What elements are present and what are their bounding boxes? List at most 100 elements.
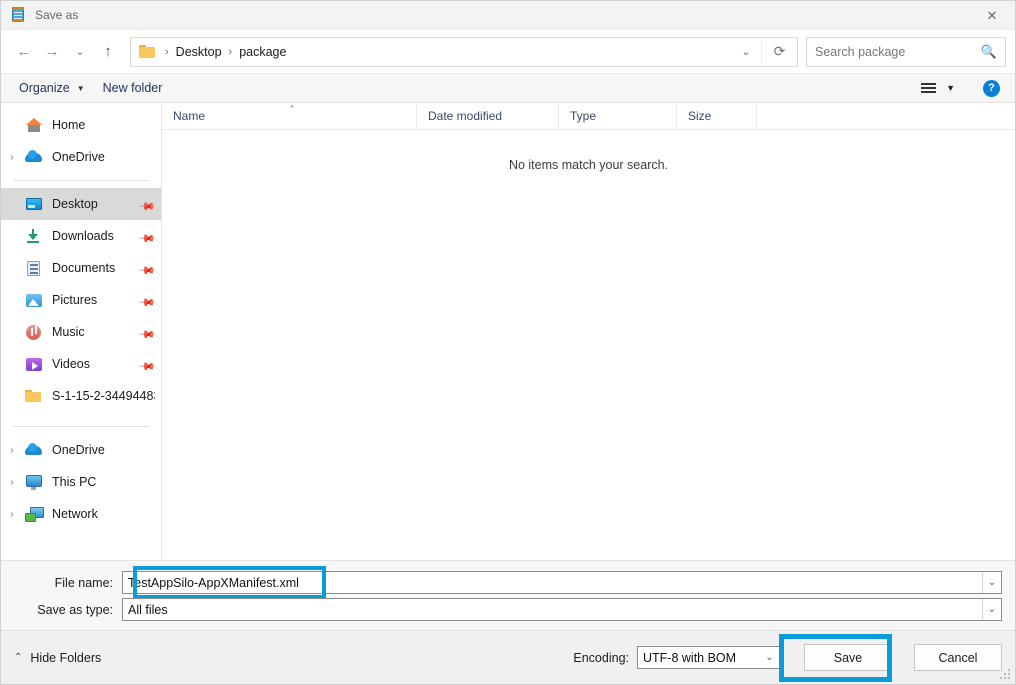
sidebar-divider	[13, 426, 149, 427]
folder-icon	[23, 388, 45, 405]
pin-icon[interactable]: 📌	[134, 288, 157, 311]
help-icon[interactable]: ?	[983, 79, 1000, 97]
window-title: Save as	[35, 8, 79, 22]
dialog-body: Home › OneDrive Desktop 📌 Downloads 📌 Do…	[1, 102, 1015, 560]
pin-icon[interactable]: 📌	[134, 192, 157, 215]
pc-icon	[23, 474, 45, 491]
back-button[interactable]: ←	[10, 38, 38, 66]
pin-icon[interactable]: 📌	[134, 320, 157, 343]
sidebar-item-videos[interactable]: Videos 📌	[1, 348, 161, 380]
sidebar-item-network[interactable]: › Network	[1, 498, 161, 530]
sidebar-item-label: This PC	[52, 475, 97, 489]
column-header-label: Type	[570, 109, 597, 123]
chevron-down-icon[interactable]: ▼	[944, 83, 965, 93]
search-input[interactable]: Search package 🔍	[806, 36, 1006, 67]
chevron-down-icon[interactable]: ⌄	[731, 38, 761, 66]
sidebar-item-this-pc[interactable]: › This PC	[1, 466, 161, 498]
sidebar-item-onedrive-tree[interactable]: › OneDrive	[1, 434, 161, 466]
sidebar-item-label: Videos	[52, 357, 90, 371]
resize-grip[interactable]	[1000, 669, 1011, 680]
expander-icon[interactable]: ›	[1, 509, 23, 520]
column-header-type[interactable]: Type	[559, 102, 677, 130]
sidebar-item-onedrive[interactable]: › OneDrive	[1, 141, 161, 173]
hide-folders-button[interactable]: ⌃ Hide Folders	[14, 651, 101, 665]
folder-icon	[139, 45, 156, 58]
view-options-icon[interactable]	[917, 83, 940, 93]
refresh-icon[interactable]: ⟳	[761, 37, 797, 66]
chevron-down-icon[interactable]: ⌄	[982, 599, 1001, 620]
file-list-area: Name ⌃ Date modified Type Size No items …	[162, 102, 1015, 560]
videos-icon	[23, 356, 45, 373]
sidebar-item-music[interactable]: Music 📌	[1, 316, 161, 348]
chevron-up-icon: ⌃	[14, 652, 23, 663]
sidebar-item-label: Pictures	[52, 293, 98, 307]
address-bar[interactable]: › Desktop › package ⌄ ⟳	[130, 36, 798, 67]
save-as-type-label: Save as type:	[37, 602, 113, 617]
sidebar-item-downloads[interactable]: Downloads 📌	[1, 220, 161, 252]
sidebar-item-label: Desktop	[52, 197, 98, 211]
breadcrumb-separator-0: ›	[165, 45, 169, 58]
column-header-size[interactable]: Size	[677, 102, 757, 130]
search-icon: 🔍	[980, 43, 997, 59]
navigation-sidebar[interactable]: Home › OneDrive Desktop 📌 Downloads 📌 Do…	[1, 103, 162, 560]
navigation-bar: ← → ⌄ ↑ › Desktop › package ⌄ ⟳ Search p…	[1, 30, 1015, 73]
downloads-icon	[23, 228, 45, 245]
column-headers: Name ⌃ Date modified Type Size	[162, 102, 1015, 130]
save-as-dialog: Save as ✕ ← → ⌄ ↑ › Desktop › package ⌄ …	[0, 0, 1016, 685]
cloud-icon	[23, 149, 45, 166]
sidebar-item-desktop[interactable]: Desktop 📌	[1, 188, 161, 220]
search-placeholder: Search package	[815, 44, 906, 59]
sidebar-item-label: Home	[52, 118, 86, 132]
chevron-down-icon[interactable]: ⌄	[982, 572, 1001, 593]
sidebar-item-label: S-1-15-2-34494483	[52, 389, 155, 403]
cancel-button[interactable]: Cancel	[914, 644, 1002, 671]
notepad-icon	[10, 7, 26, 23]
music-icon	[23, 324, 45, 341]
file-name-label: File name:	[54, 575, 113, 590]
column-header-name[interactable]: Name ⌃	[162, 102, 417, 130]
save-as-type-select[interactable]: All files ⌄	[122, 598, 1002, 621]
organize-label: Organize	[19, 81, 70, 95]
hide-folders-label: Hide Folders	[30, 650, 102, 665]
expander-icon[interactable]: ›	[1, 152, 23, 163]
close-icon[interactable]: ✕	[969, 1, 1015, 30]
chevron-down-icon: ▼	[76, 83, 85, 93]
sidebar-item-label: Downloads	[52, 229, 114, 243]
pin-icon[interactable]: 📌	[134, 224, 157, 247]
column-header-label: Date modified	[428, 109, 503, 123]
sidebar-item-pictures[interactable]: Pictures 📌	[1, 284, 161, 316]
sidebar-item-sid-folder[interactable]: S-1-15-2-34494483	[1, 380, 161, 412]
up-button[interactable]: ↑	[94, 38, 122, 66]
desktop-icon	[23, 196, 45, 213]
command-bar: Organize ▼ New folder ▼ ?	[1, 73, 1015, 103]
sidebar-item-label: OneDrive	[52, 150, 105, 164]
pin-icon[interactable]: 📌	[134, 352, 157, 375]
sidebar-divider	[13, 180, 149, 181]
save-as-type-row: Save as type: All files ⌄	[14, 597, 1002, 622]
breadcrumb-desktop[interactable]: Desktop	[176, 45, 222, 59]
organize-button[interactable]: Organize ▼	[10, 76, 94, 100]
sidebar-item-label: Network	[52, 507, 98, 521]
sidebar-item-home[interactable]: Home	[1, 109, 161, 141]
pictures-icon	[23, 292, 45, 309]
forward-button[interactable]: →	[38, 38, 66, 66]
network-icon	[23, 506, 45, 523]
file-form-area: File name: TestAppSilo-AppXManifest.xml …	[1, 560, 1015, 630]
recent-locations-button[interactable]: ⌄	[66, 38, 94, 66]
sidebar-item-label: OneDrive	[52, 443, 105, 457]
pin-icon[interactable]: 📌	[134, 256, 157, 279]
breadcrumb-package[interactable]: package	[239, 45, 286, 59]
encoding-select[interactable]: UTF-8 with BOM ⌄	[637, 646, 780, 669]
column-header-date-modified[interactable]: Date modified	[417, 102, 559, 130]
expander-icon[interactable]: ›	[1, 477, 23, 488]
home-icon	[23, 117, 45, 134]
sidebar-item-documents[interactable]: Documents 📌	[1, 252, 161, 284]
file-name-input[interactable]: TestAppSilo-AppXManifest.xml ⌄	[122, 571, 1002, 594]
chevron-down-icon[interactable]: ⌄	[760, 652, 779, 663]
save-button[interactable]: Save	[804, 644, 892, 671]
cloud-icon	[23, 442, 45, 459]
dialog-footer: ⌃ Hide Folders Encoding: UTF-8 with BOM …	[1, 630, 1015, 684]
expander-icon[interactable]: ›	[1, 445, 23, 456]
new-folder-button[interactable]: New folder	[94, 76, 172, 100]
file-name-value: TestAppSilo-AppXManifest.xml	[128, 575, 299, 590]
